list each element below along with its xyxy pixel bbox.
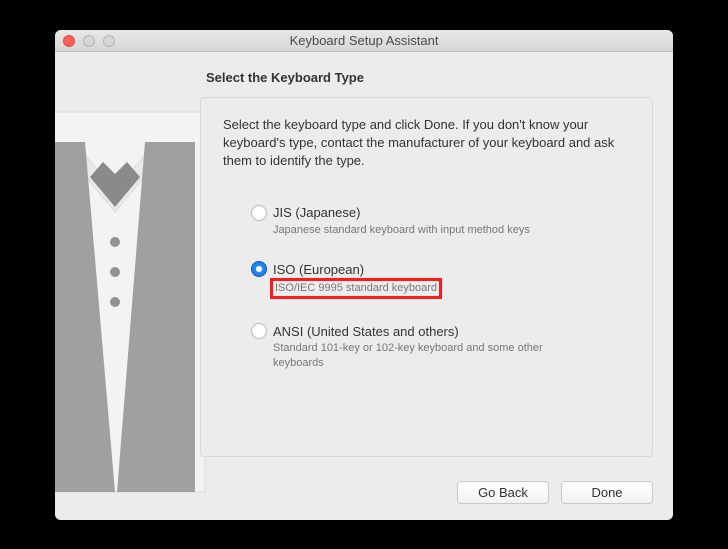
main-pane: Select the Keyboard Type Select the keyb…: [200, 70, 653, 460]
traffic-lights: [63, 35, 115, 47]
option-iso[interactable]: ISO (European) ISO/IEC 9995 standard key…: [251, 261, 630, 299]
titlebar: Keyboard Setup Assistant: [55, 30, 673, 52]
radio-group: JIS (Japanese) Japanese standard keyboar…: [251, 205, 630, 371]
go-back-button[interactable]: Go Back: [457, 481, 549, 504]
option-iso-label: ISO (European): [273, 262, 364, 277]
option-jis-label: JIS (Japanese): [273, 205, 360, 220]
page-heading: Select the Keyboard Type: [206, 70, 653, 85]
option-ansi-label: ANSI (United States and others): [273, 324, 459, 339]
footer-buttons: Go Back Done: [457, 481, 653, 504]
inset-panel: Select the keyboard type and click Done.…: [200, 97, 653, 457]
highlight-annotation: ISO/IEC 9995 standard keyboard: [270, 278, 442, 299]
window-title: Keyboard Setup Assistant: [55, 33, 673, 48]
option-ansi[interactable]: ANSI (United States and others) Standard…: [251, 323, 630, 371]
instructions-text: Select the keyboard type and click Done.…: [223, 116, 630, 171]
option-jis-desc: Japanese standard keyboard with input me…: [273, 223, 573, 238]
maximize-icon: [103, 35, 115, 47]
minimize-icon: [83, 35, 95, 47]
option-ansi-desc: Standard 101-key or 102-key keyboard and…: [273, 341, 573, 371]
content-pane: Select the Keyboard Type Select the keyb…: [55, 52, 673, 520]
window: Keyboard Setup Assistant Select the Keyb…: [55, 30, 673, 520]
radio-iso[interactable]: [251, 261, 267, 277]
option-jis[interactable]: JIS (Japanese) Japanese standard keyboar…: [251, 205, 630, 238]
radio-ansi[interactable]: [251, 323, 267, 339]
option-iso-desc: ISO/IEC 9995 standard keyboard: [275, 281, 437, 296]
done-button[interactable]: Done: [561, 481, 653, 504]
radio-jis[interactable]: [251, 205, 267, 221]
close-icon[interactable]: [63, 35, 75, 47]
